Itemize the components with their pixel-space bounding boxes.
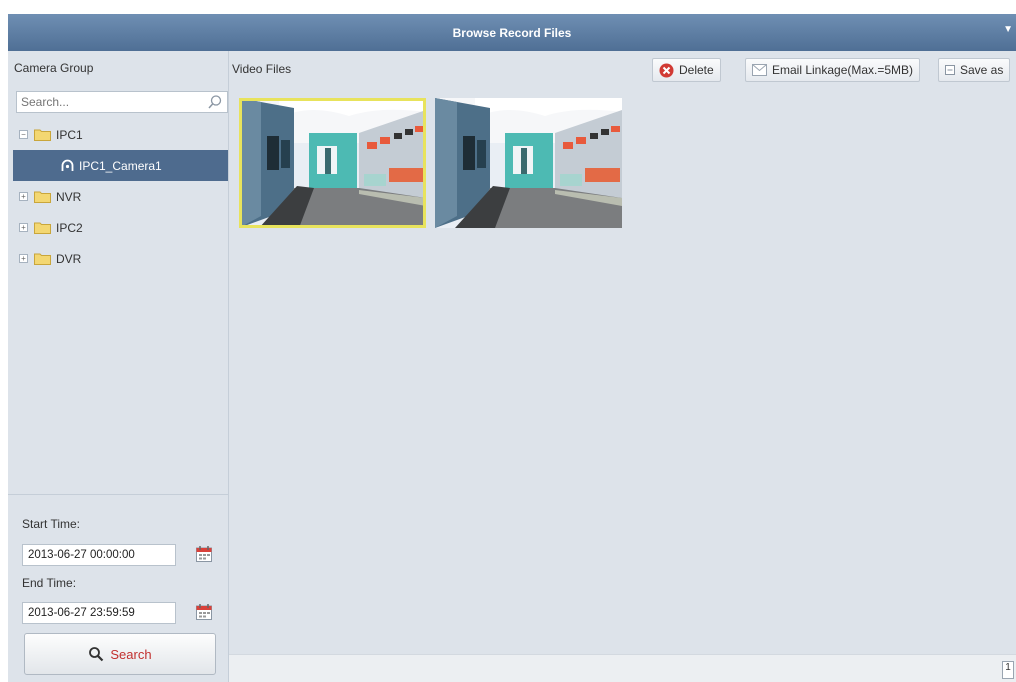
camera-group-panel: Camera Group − IPC1 IPC1_Camera1 +: [8, 51, 229, 682]
tree-item-ipc2[interactable]: + IPC2: [8, 212, 228, 243]
time-filter-panel: Start Time: 2013-06-27 00:00:00 End Time…: [8, 494, 228, 682]
folder-icon: [34, 222, 51, 234]
tree-item-label: NVR: [56, 189, 82, 204]
title-bar: Browse Record Files ▼: [8, 14, 1016, 51]
tree-item-ipc1[interactable]: − IPC1: [8, 119, 228, 150]
expand-toggle-icon[interactable]: +: [19, 223, 28, 232]
tree-item-label: DVR: [56, 251, 82, 266]
search-button[interactable]: Search: [24, 633, 216, 675]
camera-search-box[interactable]: [16, 91, 228, 113]
camera-group-header: Camera Group: [14, 61, 94, 75]
expand-toggle-icon[interactable]: +: [19, 254, 28, 263]
save-as-button[interactable]: Save as: [938, 58, 1011, 82]
tree-item-nvr[interactable]: + NVR: [8, 181, 228, 212]
collapse-toggle-icon[interactable]: −: [19, 130, 28, 139]
tree-item-ipc1-camera1[interactable]: IPC1_Camera1: [13, 150, 228, 181]
save-icon: [945, 65, 955, 75]
delete-label: Delete: [679, 63, 714, 77]
video-thumbnail[interactable]: [435, 98, 622, 228]
camera-search-input[interactable]: [17, 92, 197, 112]
tree-item-label: IPC1: [56, 127, 83, 142]
end-time-label: End Time:: [22, 576, 77, 590]
delete-icon: [659, 63, 674, 77]
folder-icon: [34, 253, 51, 265]
page-number-box[interactable]: 1: [1002, 661, 1014, 679]
video-files-panel: Video Files Delete Email Linkage(Max.=5M…: [229, 51, 1016, 682]
tree-item-label: IPC1_Camera1: [79, 158, 162, 173]
start-time-label: Start Time:: [22, 517, 81, 531]
save-as-label: Save as: [960, 63, 1004, 77]
email-icon: [752, 64, 767, 76]
video-thumbnail-image: [239, 98, 426, 228]
email-linkage-button[interactable]: Email Linkage(Max.=5MB): [745, 58, 921, 82]
delete-button[interactable]: Delete: [652, 58, 721, 82]
search-icon[interactable]: [207, 94, 223, 110]
calendar-icon[interactable]: [195, 603, 213, 621]
video-thumbnail[interactable]: [239, 98, 426, 228]
camera-icon: [61, 159, 74, 171]
search-button-label: Search: [110, 646, 152, 662]
folder-icon: [34, 129, 51, 141]
calendar-icon[interactable]: [195, 545, 213, 563]
expand-toggle-icon[interactable]: +: [19, 192, 28, 201]
device-tree: − IPC1 IPC1_Camera1 + NVR + IPC2 + DVR: [8, 119, 228, 274]
start-time-field[interactable]: 2013-06-27 00:00:00: [22, 544, 176, 566]
video-thumbnail-image: [435, 98, 622, 228]
pagination-bar: 1: [229, 654, 1016, 682]
dropdown-arrow-icon[interactable]: ▼: [1003, 24, 1013, 35]
tree-item-dvr[interactable]: + DVR: [8, 243, 228, 274]
window-title: Browse Record Files: [452, 25, 572, 40]
video-files-toolbar: Video Files Delete Email Linkage(Max.=5M…: [229, 51, 1016, 86]
tree-item-label: IPC2: [56, 220, 83, 235]
email-linkage-label: Email Linkage(Max.=5MB): [772, 63, 914, 77]
folder-icon: [34, 191, 51, 203]
magnifier-icon: [89, 647, 104, 662]
video-files-header: Video Files: [232, 62, 292, 76]
end-time-field[interactable]: 2013-06-27 23:59:59: [22, 602, 176, 624]
